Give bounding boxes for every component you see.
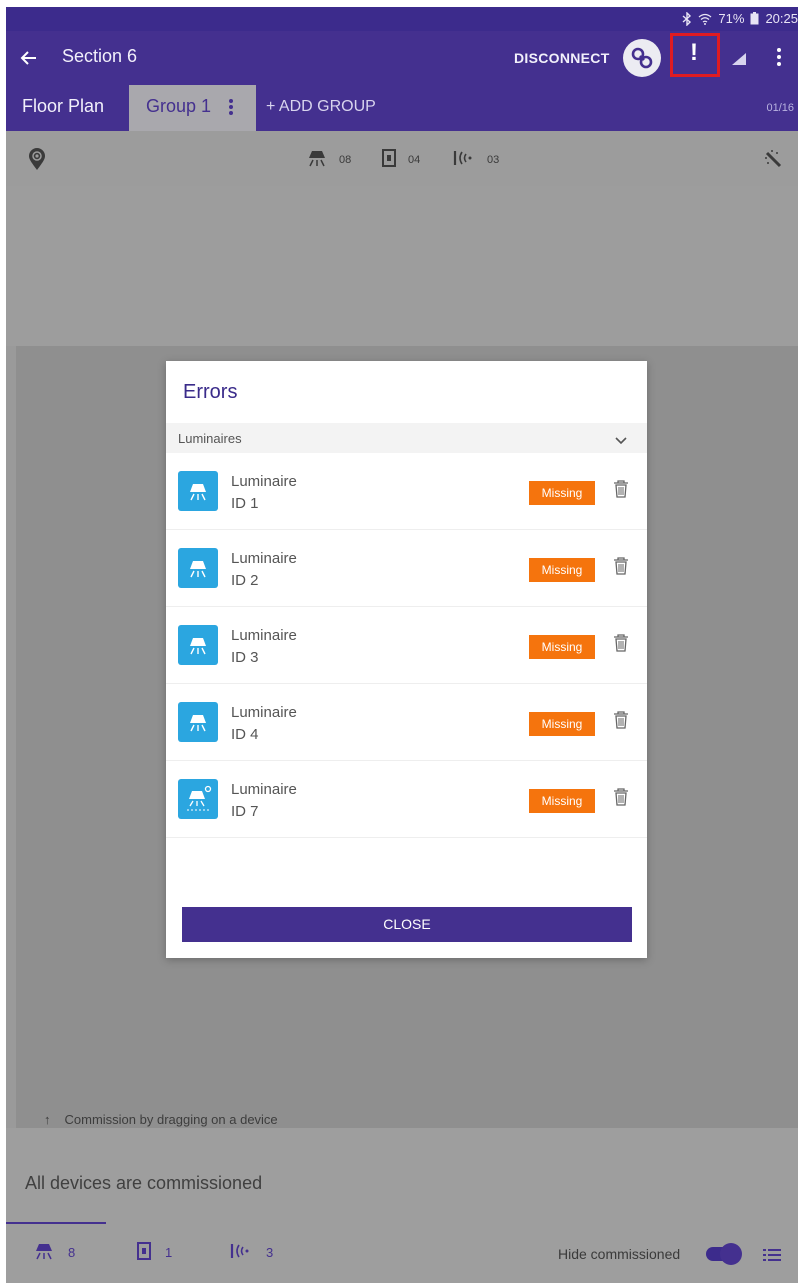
luminaire-sensor-icon [178, 779, 218, 819]
battery-percent: 71% [718, 11, 745, 26]
device-id: ID 1 [231, 495, 259, 512]
screen: 71% 20:25 Section 6 DISCONNECT ! Floor P… [6, 7, 798, 1283]
tab-group-label: Group 1 [146, 96, 212, 116]
bottom-luminaire-count-value: 8 [68, 1245, 76, 1260]
device-name: Luminaire [231, 627, 297, 644]
luminaire-icon [178, 548, 218, 588]
trash-icon[interactable] [613, 711, 629, 734]
switch-icon [382, 149, 396, 170]
device-id: ID 4 [231, 726, 259, 743]
device-id: ID 7 [231, 803, 259, 820]
list-view-icon[interactable] [763, 1248, 781, 1267]
missing-badge: Missing [529, 558, 595, 582]
commission-hint-text: Commission by dragging on a device [64, 1112, 278, 1127]
missing-badge: Missing [529, 712, 595, 736]
page-title: Section 6 [62, 46, 138, 66]
tab-floor-plan[interactable]: Floor Plan [22, 96, 104, 117]
device-name: Luminaire [231, 704, 297, 721]
overflow-menu-icon[interactable] [776, 47, 782, 72]
add-group-button[interactable]: + ADD GROUP [266, 98, 376, 116]
clock: 20:25 [765, 11, 798, 26]
luminaires-section-header[interactable]: Luminaires [166, 423, 647, 453]
switch-count: 04 [382, 149, 420, 170]
trash-icon[interactable] [613, 634, 629, 657]
luminaire-icon [307, 149, 327, 170]
location-pin-icon[interactable] [27, 147, 47, 176]
error-list-item[interactable]: Luminaire ID 2 Missing [166, 530, 647, 607]
missing-badge: Missing [529, 635, 595, 659]
commission-status-panel: All devices are commissioned [6, 1128, 798, 1224]
dialog-title: Errors [183, 381, 238, 403]
wifi-icon [698, 13, 712, 25]
link-icon [623, 47, 661, 81]
magic-wand-icon[interactable] [763, 149, 785, 174]
sensor-icon [453, 149, 475, 170]
section-label: Luminaires [178, 431, 242, 446]
battery-icon [750, 12, 759, 25]
group-page-count: 01/16 [766, 102, 794, 114]
bluetooth-icon [682, 11, 692, 26]
trash-icon[interactable] [613, 788, 629, 811]
device-summary-bar: 08 04 03 [6, 131, 798, 186]
alert-button[interactable]: ! [690, 39, 698, 67]
close-button[interactable]: CLOSE [182, 907, 632, 942]
switch-icon [137, 1242, 151, 1263]
luminaire-count-value: 08 [339, 153, 352, 166]
commission-hint: ↑ Commission by dragging on a device [44, 1112, 278, 1127]
back-arrow-icon[interactable] [18, 47, 40, 69]
bottom-sensor-count[interactable]: 3 [230, 1242, 273, 1263]
group-menu-icon[interactable] [228, 98, 234, 121]
bottom-switch-count[interactable]: 1 [137, 1242, 172, 1263]
floor-plan-header-area [6, 186, 798, 346]
trash-icon[interactable] [613, 557, 629, 580]
error-list-item[interactable]: Luminaire ID 7 Missing [166, 761, 647, 838]
missing-badge: Missing [529, 481, 595, 505]
disconnect-button[interactable]: DISCONNECT [514, 50, 610, 66]
device-name: Luminaire [231, 781, 297, 798]
luminaire-count: 08 [307, 149, 351, 170]
tab-group-1[interactable]: Group 1 [129, 85, 256, 131]
switch-count-value: 04 [408, 153, 421, 166]
signal-icon [731, 52, 747, 71]
sensor-icon [230, 1242, 252, 1263]
chevron-down-icon[interactable] [615, 432, 627, 450]
hide-commissioned-toggle[interactable] [706, 1243, 742, 1265]
link-button[interactable] [623, 39, 661, 77]
toggle-knob [720, 1243, 742, 1265]
device-name: Luminaire [231, 550, 297, 567]
sensor-count: 03 [453, 149, 499, 170]
error-list-item[interactable]: Luminaire ID 4 Missing [166, 684, 647, 761]
sensor-count-value: 03 [487, 153, 500, 166]
luminaire-icon [178, 471, 218, 511]
bottom-sensor-count-value: 3 [266, 1245, 274, 1260]
status-bar: 71% 20:25 [6, 7, 798, 31]
error-list-item[interactable]: Luminaire ID 3 Missing [166, 607, 647, 684]
luminaire-icon [34, 1242, 54, 1263]
trash-icon[interactable] [613, 480, 629, 503]
errors-dialog: Errors Luminaires Luminaire ID 1 Missing… [166, 361, 647, 958]
app-bar: Section 6 DISCONNECT ! [6, 31, 798, 85]
bottom-switch-count-value: 1 [165, 1245, 173, 1260]
bottom-bar: 8 1 3 Hide commissioned [6, 1224, 798, 1283]
missing-badge: Missing [529, 789, 595, 813]
luminaire-icon [178, 702, 218, 742]
luminaire-icon [178, 625, 218, 665]
error-list-item[interactable]: Luminaire ID 1 Missing [166, 453, 647, 530]
up-arrow-icon: ↑ [44, 1112, 51, 1127]
device-name: Luminaire [231, 473, 297, 490]
tab-bar: Floor Plan Group 1 + ADD GROUP 01/16 [6, 85, 798, 131]
device-id: ID 3 [231, 649, 259, 666]
device-id: ID 2 [231, 572, 259, 589]
bottom-luminaire-count[interactable]: 8 [34, 1242, 75, 1263]
hide-commissioned-label: Hide commissioned [558, 1246, 681, 1262]
commission-status-text: All devices are commissioned [25, 1173, 263, 1193]
